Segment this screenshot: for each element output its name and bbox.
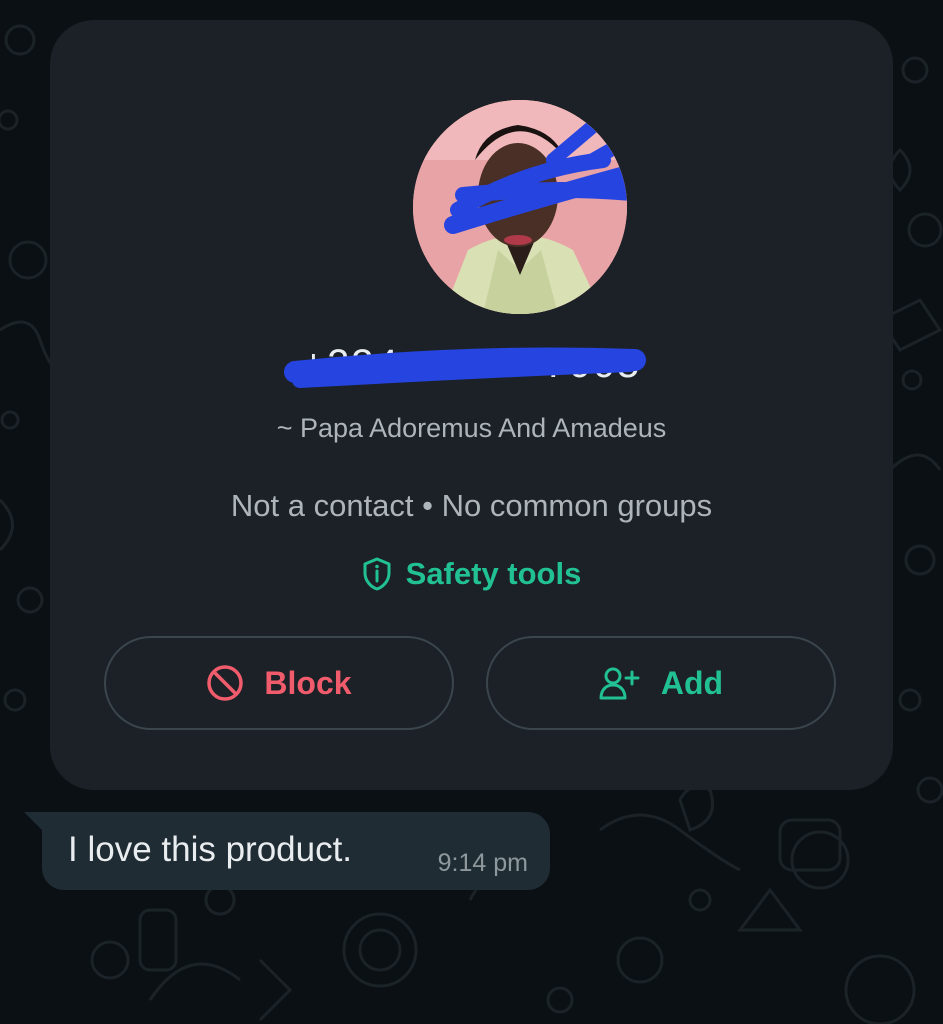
shield-info-icon <box>363 557 391 591</box>
add-label: Add <box>660 664 724 701</box>
message-timestamp: 9:14 pm <box>437 849 528 877</box>
incoming-message-bubble[interactable]: I love this product. 9:14 pm <box>42 812 550 890</box>
profile-photo[interactable] <box>413 100 627 314</box>
redaction-scribble <box>284 347 646 388</box>
push-name: ~ Papa Adoremus And Amadeus <box>276 413 667 443</box>
phone-number: +234 ·· ·· ·· 7005 <box>50 342 893 392</box>
block-label: Block <box>264 664 352 701</box>
block-icon <box>207 665 244 701</box>
add-contact-button[interactable]: Add <box>486 636 836 730</box>
bubble-tail <box>24 812 44 832</box>
avatar-image <box>413 100 627 314</box>
message-text: I love this product. <box>68 830 353 869</box>
block-button[interactable]: Block <box>104 636 454 730</box>
add-contact-icon <box>599 667 640 700</box>
safety-tools-link[interactable]: Safety tools <box>50 556 893 592</box>
safety-tools-label: Safety tools <box>405 556 582 591</box>
contact-status: Not a contact • No common groups <box>230 488 713 523</box>
